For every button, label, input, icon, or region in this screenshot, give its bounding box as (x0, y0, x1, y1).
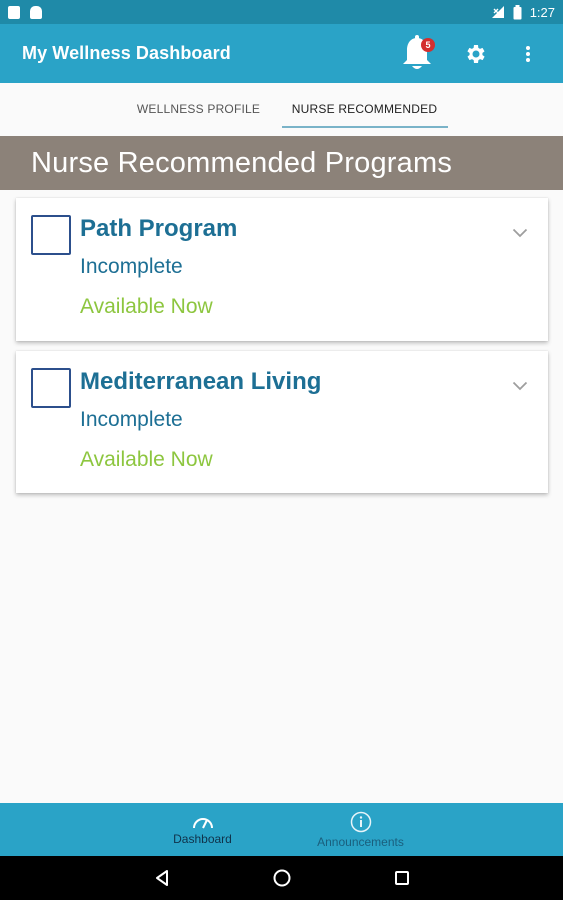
gear-icon (467, 44, 485, 63)
program-card[interactable]: Path Program Incomplete Available Now (16, 198, 548, 341)
program-checkbox[interactable] (31, 368, 71, 408)
notifications-button[interactable]: 5 (397, 34, 437, 74)
tab-bar: WELLNESS PROFILE NURSE RECOMMENDED (0, 83, 563, 135)
section-title: Nurse Recommended Programs (31, 146, 453, 179)
status-bar: 1:27 (0, 0, 563, 24)
home-button[interactable] (267, 863, 297, 893)
program-availability: Available Now (80, 295, 213, 318)
back-button[interactable] (147, 863, 177, 893)
back-triangle-icon (155, 870, 168, 886)
notification-app-icon (8, 5, 20, 19)
speedometer-icon (192, 817, 213, 828)
signal-icon (491, 6, 504, 18)
nav-dashboard-label: Dashboard (173, 831, 232, 846)
status-notifications (8, 5, 42, 19)
system-navigation-bar (0, 856, 563, 900)
chevron-down-icon[interactable] (512, 228, 528, 238)
program-availability: Available Now (80, 448, 213, 471)
program-status: Incomplete (80, 255, 183, 278)
app-screen: 1:27 My Wellness Dashboard 5 WELLNESS PR… (0, 0, 563, 900)
more-vert-icon (526, 45, 530, 62)
chevron-down-icon[interactable] (512, 381, 528, 391)
home-circle-icon (273, 869, 290, 887)
notification-badge: 5 (421, 37, 435, 52)
program-status: Incomplete (80, 408, 183, 431)
program-checkbox[interactable] (31, 215, 71, 255)
info-icon (350, 811, 371, 832)
bottom-navigation: Dashboard Announcements (0, 803, 563, 856)
program-title: Mediterranean Living (80, 368, 322, 395)
tab-nurse-recommended[interactable]: NURSE RECOMMENDED (281, 83, 448, 135)
app-bar: My Wellness Dashboard 5 (0, 24, 563, 83)
section-header: Nurse Recommended Programs (0, 136, 563, 190)
app-title: My Wellness Dashboard (22, 43, 231, 63)
status-indicators: 1:27 (491, 4, 555, 20)
status-time: 1:27 (529, 4, 555, 20)
nav-announcements[interactable]: Announcements (306, 803, 416, 856)
settings-button[interactable] (463, 39, 489, 69)
nav-announcements-label: Announcements (317, 834, 404, 849)
battery-icon (513, 4, 522, 19)
recents-square-icon (394, 871, 409, 885)
program-card[interactable]: Mediterranean Living Incomplete Availabl… (16, 351, 548, 493)
android-icon (30, 5, 42, 19)
tab-wellness-profile[interactable]: WELLNESS PROFILE (116, 83, 282, 135)
app-bar-actions: 5 (397, 34, 541, 74)
recents-button[interactable] (387, 863, 417, 893)
overflow-menu-button[interactable] (515, 39, 541, 69)
nav-dashboard[interactable]: Dashboard (148, 803, 258, 856)
program-title: Path Program (80, 215, 238, 242)
